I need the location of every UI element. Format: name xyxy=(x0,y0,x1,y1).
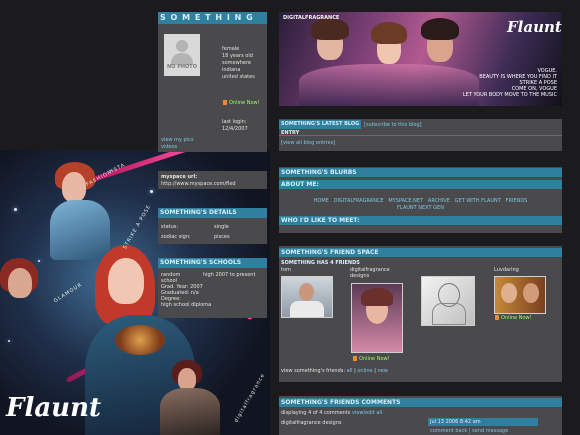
comment-author[interactable]: digitalfragrance designs xyxy=(281,420,342,426)
info-line: female xyxy=(222,46,240,52)
detail-value: pisces xyxy=(214,234,230,240)
about-link[interactable]: DIGITALFRAGRANCE xyxy=(334,198,384,204)
banner-flaunt-logo: Flaunt xyxy=(507,18,562,36)
flaunt-logo: Flaunt xyxy=(6,393,101,423)
avatar-icon xyxy=(176,40,188,52)
friend-count: SOMETHING HAS 4 FRIENDS xyxy=(281,260,360,266)
detail-value: single xyxy=(214,224,229,230)
art-site-label: digitalfragrance xyxy=(233,372,267,424)
about-link[interactable]: FRIENDS xyxy=(506,198,528,204)
detail-label: zodiac sign: xyxy=(161,234,191,240)
profile-photo[interactable]: NO PHOTO xyxy=(164,34,200,76)
friend-space-header: SOMETHING'S FRIEND SPACE xyxy=(279,248,562,257)
strike-a-pose-label: STRIKE A POSE xyxy=(122,203,153,251)
details-header: SOMETHING'S DETAILS xyxy=(158,208,267,218)
friend-name[interactable]: tom xyxy=(281,267,291,273)
banner-site-label: DIGITALFRAGRANCE xyxy=(283,15,340,21)
friend-photo[interactable] xyxy=(494,276,546,314)
no-photo-label: NO PHOTO xyxy=(167,64,197,70)
friend-online-indicator: Online Now! xyxy=(353,356,390,362)
comments-count: displaying 4 of 4 comments xyxy=(281,410,351,416)
friend-photo[interactable] xyxy=(351,283,403,353)
detail-label: status: xyxy=(161,224,179,230)
blurbs-header: SOMETHING'S BLURBS xyxy=(279,168,562,177)
url-value: http://www.myspace.com/fled xyxy=(161,181,236,187)
friend-photo[interactable] xyxy=(281,276,333,318)
glamour-label: GLAMOUR xyxy=(52,281,84,305)
school-line: high school diploma xyxy=(161,302,212,308)
view-friends-label: view something's friends: xyxy=(281,368,346,374)
info-line: indiana xyxy=(222,67,241,73)
meet-label: WHO I'D LIKE TO MEET: xyxy=(279,216,562,225)
profile-box xyxy=(158,12,267,152)
profile-name: S O M E T H I N G xyxy=(158,12,267,24)
friend-online-indicator: Online Now! xyxy=(495,315,532,321)
view-pics-link[interactable]: view my pics xyxy=(161,137,193,143)
view-online-friends-link[interactable]: online xyxy=(357,368,372,374)
comments-header: SOMETHING'S FRIENDS COMMENTS xyxy=(279,398,562,407)
lyric-line: LET YOUR BODY MOVE TO THE MUSIC xyxy=(462,92,557,98)
last-login-label: last login: xyxy=(222,119,247,125)
info-line: 18 years old xyxy=(222,53,253,59)
comments-displaying: displaying 4 of 4 comments view/edit all xyxy=(281,410,382,416)
school-years: high 2007 to present xyxy=(203,272,256,278)
comment-actions[interactable]: comment back | send message xyxy=(430,428,508,434)
videos-link[interactable]: videos xyxy=(161,144,177,150)
about-link[interactable]: ARCHIVE xyxy=(428,198,450,204)
online-indicator: Online Now! xyxy=(223,100,260,106)
view-edit-comments-link[interactable]: view/edit all xyxy=(352,410,382,416)
view-all-friends-link[interactable]: all xyxy=(347,368,353,374)
about-link[interactable]: GET WITH FLAUNT xyxy=(455,198,501,204)
about-link[interactable]: MYSPACE.NET xyxy=(388,198,423,204)
last-login-date: 12/4/2007 xyxy=(222,126,248,132)
blog-header: SOMETHING'S LATEST BLOG ENTRY xyxy=(279,120,361,136)
schools-header: SOMETHING'S SCHOOLS xyxy=(158,258,267,268)
about-me-label: ABOUT ME: xyxy=(279,180,562,189)
view-all-blog-link[interactable]: [view all blog entries] xyxy=(281,140,335,146)
banner: DIGITALFRAGRANCE Flaunt VOGUE. BEAUTY IS… xyxy=(279,12,562,106)
view-friends: view something's friends: all | online |… xyxy=(281,368,388,374)
view-new-friends-link[interactable]: new xyxy=(378,368,388,374)
friend-name-cont[interactable]: designs xyxy=(350,273,369,279)
about-link-second[interactable]: FLAUNT NEXT GEN xyxy=(279,205,562,211)
friend-photo[interactable] xyxy=(421,276,475,326)
info-line: somewhere xyxy=(222,60,251,66)
subscribe-link[interactable]: [subscribe to this blog] xyxy=(364,122,422,128)
about-link[interactable]: HOME xyxy=(314,198,329,204)
about-links: HOME DIGITALFRAGRANCE MYSPACE.NET ARCHIV… xyxy=(279,198,562,204)
comment-date: Jul 13 2006 8:42 am xyxy=(430,419,481,425)
info-line: united states xyxy=(222,74,255,80)
friend-name[interactable]: Luvdaring xyxy=(494,267,519,273)
url-label: myspace url: xyxy=(161,174,198,180)
